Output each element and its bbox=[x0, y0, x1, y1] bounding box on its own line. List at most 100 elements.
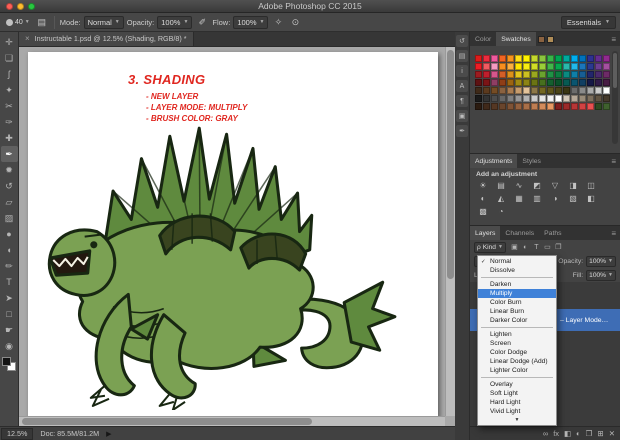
color-lookup-adjustment-icon[interactable]: ▥ bbox=[528, 192, 546, 205]
layer-group-icon[interactable]: ❐ bbox=[586, 430, 593, 438]
path-selection-tool[interactable]: ➤ bbox=[1, 290, 18, 306]
layer-effects-icon[interactable]: fx bbox=[553, 430, 559, 438]
foreground-swatch-chip[interactable] bbox=[538, 36, 545, 43]
layer-opacity-select[interactable]: 100% ▼ bbox=[586, 256, 616, 267]
background-swatch-chip[interactable] bbox=[547, 36, 554, 43]
close-button[interactable] bbox=[6, 3, 13, 10]
tab-color[interactable]: Color bbox=[470, 32, 496, 46]
clone-stamp-tool[interactable]: ✹ bbox=[1, 162, 18, 178]
panel-menu-icon[interactable]: ≡ bbox=[607, 229, 620, 238]
brush-tool[interactable]: ✒ bbox=[1, 146, 18, 162]
zoom-level-field[interactable]: 12.5% bbox=[1, 428, 33, 440]
channel-mixer-adjustment-icon[interactable]: ▦ bbox=[510, 192, 528, 205]
menu-scroll-down-icon[interactable]: ▼ bbox=[478, 416, 556, 424]
tab-channels[interactable]: Channels bbox=[500, 226, 539, 240]
zoom-button[interactable] bbox=[28, 3, 35, 10]
color-swatch[interactable] bbox=[507, 103, 514, 110]
artboard[interactable]: 3. SHADING - NEW LAYER- LAYER MODE: MULT… bbox=[28, 52, 438, 418]
color-swatch[interactable] bbox=[531, 103, 538, 110]
history-brush-tool[interactable]: ↺ bbox=[1, 178, 18, 194]
minimize-button[interactable] bbox=[17, 3, 24, 10]
color-swatch[interactable] bbox=[571, 103, 578, 110]
vibrance-adjustment-icon[interactable]: ▽ bbox=[546, 179, 564, 192]
invert-adjustment-icon[interactable]: ◑ bbox=[546, 192, 564, 205]
blend-mode-option-linear-burn[interactable]: Linear Burn bbox=[478, 307, 556, 316]
exposure-adjustment-icon[interactable]: ◩ bbox=[528, 179, 546, 192]
healing-brush-tool[interactable]: ✚ bbox=[1, 130, 18, 146]
blend-mode-option-lighter-color[interactable]: Lighter Color bbox=[478, 366, 556, 375]
tab-paths[interactable]: Paths bbox=[539, 226, 566, 240]
swatches-scrollbar[interactable] bbox=[612, 51, 618, 144]
eraser-tool[interactable]: ▱ bbox=[1, 194, 18, 210]
foreground-color-swatch[interactable] bbox=[2, 357, 11, 366]
smart-object-filter-icon[interactable]: ❐ bbox=[553, 242, 564, 253]
selective-color-adjustment-icon[interactable]: ◔ bbox=[492, 205, 510, 218]
color-swatch[interactable] bbox=[475, 103, 482, 110]
canvas-vertical-scrollbar[interactable] bbox=[445, 47, 455, 416]
color-swatch[interactable] bbox=[483, 103, 490, 110]
shape-tool[interactable]: □ bbox=[1, 306, 18, 322]
tab-layers[interactable]: Layers bbox=[470, 226, 500, 240]
color-swatch[interactable] bbox=[539, 103, 546, 110]
hand-tool[interactable]: ☛ bbox=[1, 322, 18, 338]
type-tool[interactable]: T bbox=[1, 274, 18, 290]
color-swatch[interactable] bbox=[579, 103, 586, 110]
workspace-switcher[interactable]: Essentials ▼ bbox=[561, 16, 616, 29]
toggle-brush-panel-button[interactable]: ▤ bbox=[35, 15, 49, 29]
filter-kind-select[interactable]: ρ Kind ▼ bbox=[474, 242, 506, 253]
flow-select[interactable]: 100% ▼ bbox=[233, 16, 268, 29]
opacity-select[interactable]: 100% ▼ bbox=[157, 16, 192, 29]
type-filter-icon[interactable]: T bbox=[531, 242, 542, 253]
pressure-opacity-button[interactable]: ✐ bbox=[195, 15, 209, 29]
gradient-map-adjustment-icon[interactable]: ▩ bbox=[474, 205, 492, 218]
color-swatch[interactable] bbox=[563, 103, 570, 110]
color-swatch[interactable] bbox=[523, 103, 530, 110]
link-layers-icon[interactable]: ∞ bbox=[543, 430, 548, 438]
blend-mode-option-color-burn[interactable]: Color Burn bbox=[478, 298, 556, 307]
zoom-tool[interactable]: ◉ bbox=[1, 338, 18, 354]
color-swatch[interactable] bbox=[555, 103, 562, 110]
blend-mode-option-normal[interactable]: ✓Normal bbox=[478, 257, 556, 266]
blend-mode-option-color-dodge[interactable]: Color Dodge bbox=[478, 348, 556, 357]
curves-adjustment-icon[interactable]: ∿ bbox=[510, 179, 528, 192]
blend-mode-option-lighten[interactable]: Lighten bbox=[478, 330, 556, 339]
status-menu-arrow-icon[interactable]: ▶ bbox=[106, 430, 111, 438]
blend-mode-select[interactable]: Normal ▼ bbox=[84, 16, 124, 29]
canvas-horizontal-scrollbar[interactable] bbox=[19, 416, 445, 426]
brush-preset-picker[interactable]: 40 ▼ bbox=[4, 15, 32, 30]
crop-tool[interactable]: ✂ bbox=[1, 98, 18, 114]
blend-mode-option-darken[interactable]: Darken bbox=[478, 280, 556, 289]
adjustment-filter-icon[interactable]: ◐ bbox=[520, 242, 531, 253]
pixel-filter-icon[interactable]: ▣ bbox=[509, 242, 520, 253]
new-layer-icon[interactable]: ⊞ bbox=[597, 430, 603, 438]
eyedropper-tool[interactable]: ✑ bbox=[1, 114, 18, 130]
canvas-area[interactable]: 3. SHADING - NEW LAYER- LAYER MODE: MULT… bbox=[19, 47, 455, 426]
blend-mode-option-multiply[interactable]: Multiply bbox=[478, 289, 556, 298]
history-panel-icon[interactable]: ↺ bbox=[456, 35, 468, 47]
color-swatch[interactable] bbox=[547, 103, 554, 110]
color-swatch[interactable] bbox=[587, 103, 594, 110]
pressure-size-button[interactable]: ⊙ bbox=[288, 15, 302, 29]
character-panel-icon[interactable]: A bbox=[456, 80, 468, 92]
quick-selection-tool[interactable]: ✦ bbox=[1, 82, 18, 98]
photo-filter-adjustment-icon[interactable]: ◭ bbox=[492, 192, 510, 205]
levels-adjustment-icon[interactable]: ▤ bbox=[492, 179, 510, 192]
black-white-adjustment-icon[interactable]: ◐ bbox=[474, 192, 492, 205]
adjustment-layer-icon[interactable]: ◐ bbox=[576, 430, 581, 438]
color-swatch[interactable] bbox=[491, 103, 498, 110]
posterize-adjustment-icon[interactable]: ▧ bbox=[564, 192, 582, 205]
brightness-contrast-adjustment-icon[interactable]: ☀ bbox=[474, 179, 492, 192]
color-balance-adjustment-icon[interactable]: ◫ bbox=[582, 179, 600, 192]
color-swatch[interactable] bbox=[595, 103, 602, 110]
hue-saturation-adjustment-icon[interactable]: ◨ bbox=[564, 179, 582, 192]
info-panel-icon[interactable]: i bbox=[456, 65, 468, 77]
layer-mask-icon[interactable]: ◧ bbox=[564, 430, 571, 438]
blend-mode-option-linear-dodge-add[interactable]: Linear Dodge (Add) bbox=[478, 357, 556, 366]
scrollbar-thumb[interactable] bbox=[22, 418, 312, 425]
blend-mode-option-soft-light[interactable]: Soft Light bbox=[478, 389, 556, 398]
blend-mode-option-darker-color[interactable]: Darker Color bbox=[478, 316, 556, 325]
paragraph-panel-icon[interactable]: ¶ bbox=[456, 95, 468, 107]
panel-menu-icon[interactable]: ≡ bbox=[607, 35, 620, 44]
blend-mode-option-dissolve[interactable]: Dissolve bbox=[478, 266, 556, 275]
scrollbar-thumb[interactable] bbox=[613, 53, 617, 88]
